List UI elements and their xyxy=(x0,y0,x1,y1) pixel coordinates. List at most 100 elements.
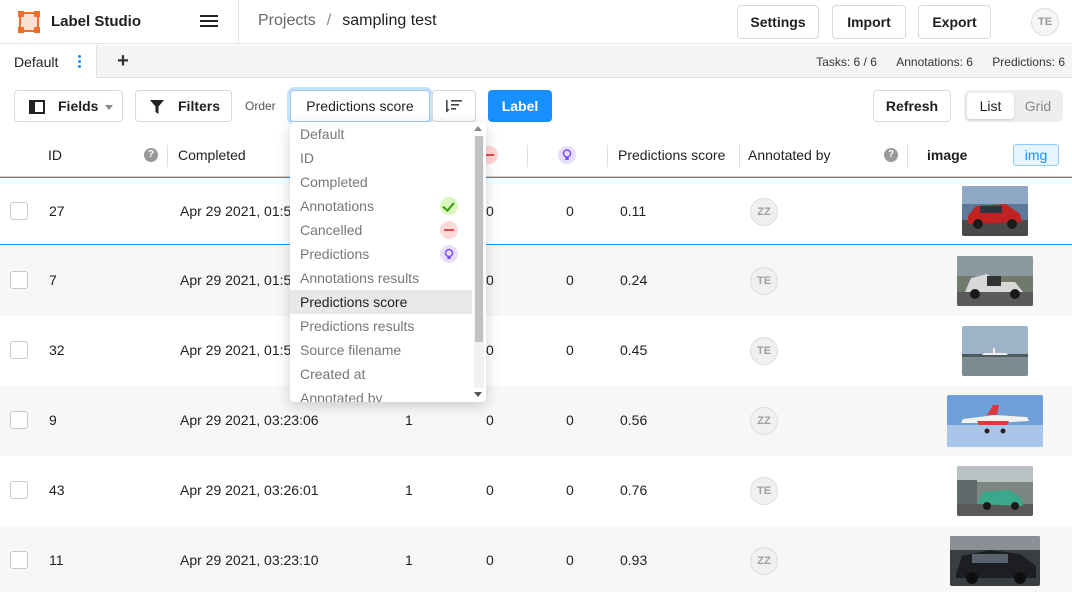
table-row[interactable]: 32 Apr 29 2021, 01:5 0 0 0.45 TE xyxy=(0,316,1072,386)
row-checkbox[interactable] xyxy=(10,481,28,499)
help-icon[interactable]: ? xyxy=(144,148,158,162)
order-option-predictions-results[interactable]: Predictions results xyxy=(290,314,472,338)
grid-view-tab[interactable]: Grid xyxy=(1016,93,1060,119)
cell-cancelled: 0 xyxy=(486,342,494,358)
project-stats: Tasks: 6 / 6 Annotations: 6 Predictions:… xyxy=(800,55,1065,69)
cell-predictions: 0 xyxy=(566,412,574,428)
view-toggle: List Grid xyxy=(964,90,1063,122)
user-avatar[interactable]: TE xyxy=(1031,8,1059,36)
row-checkbox[interactable] xyxy=(10,271,28,289)
cell-predictions-score: 0.56 xyxy=(620,412,648,428)
dropdown-scrollbar-thumb[interactable] xyxy=(475,136,483,342)
breadcrumb-projects-link[interactable]: Projects xyxy=(258,12,316,29)
cell-cancelled: 0 xyxy=(486,203,494,219)
cell-annotations: 1 xyxy=(405,482,413,498)
cell-annotations: 1 xyxy=(405,552,413,568)
task-image-thumbnail[interactable] xyxy=(947,395,1043,447)
order-dropdown: Default ID Completed Annotations Cancell… xyxy=(290,122,486,402)
sort-order-icon xyxy=(446,100,462,113)
task-image-thumbnail[interactable] xyxy=(957,466,1033,516)
list-view-tab[interactable]: List xyxy=(967,93,1014,119)
order-option-default[interactable]: Default xyxy=(290,122,472,146)
cell-predictions: 0 xyxy=(566,482,574,498)
column-id[interactable]: ID xyxy=(48,147,62,163)
cell-predictions: 0 xyxy=(566,272,574,288)
top-header: Label Studio Projects / sampling test Sett… xyxy=(0,0,1072,44)
task-image-thumbnail[interactable] xyxy=(962,186,1028,236)
import-button[interactable]: Import xyxy=(832,5,906,39)
check-circle-icon xyxy=(440,197,458,215)
column-completed[interactable]: Completed xyxy=(178,147,246,163)
add-tab-button[interactable]: + xyxy=(113,49,133,73)
order-option-completed[interactable]: Completed xyxy=(290,170,472,194)
table-row[interactable]: 11 Apr 29 2021, 03:23:10 1 0 0 0.93 ZZ xyxy=(0,526,1072,592)
hamburger-menu-icon[interactable] xyxy=(198,12,220,32)
breadcrumb: Projects / sampling test xyxy=(258,12,437,30)
cell-annotations: 1 xyxy=(405,412,413,428)
task-image-thumbnail[interactable] xyxy=(962,326,1028,376)
tab-default[interactable]: Default xyxy=(0,45,97,78)
column-predictions-score[interactable]: Predictions score xyxy=(618,147,725,163)
table-row[interactable]: 9 Apr 29 2021, 03:23:06 1 0 0 0.56 ZZ xyxy=(0,386,1072,456)
cell-predictions: 0 xyxy=(566,342,574,358)
table-row[interactable]: 27 Apr 29 2021, 01:5 0 0 0.11 ZZ xyxy=(0,177,1072,245)
order-option-created-at[interactable]: Created at xyxy=(290,362,472,386)
label-button[interactable]: Label xyxy=(488,90,552,122)
order-option-id[interactable]: ID xyxy=(290,146,472,170)
cell-id: 32 xyxy=(49,342,65,358)
order-select[interactable]: Predictions score xyxy=(290,90,430,122)
task-image-thumbnail[interactable] xyxy=(957,256,1033,306)
settings-button[interactable]: Settings xyxy=(737,5,819,39)
filters-button[interactable]: Filters xyxy=(135,90,232,122)
lightbulb-icon xyxy=(440,245,458,263)
task-image-thumbnail[interactable] xyxy=(950,536,1040,586)
refresh-button[interactable]: Refresh xyxy=(873,90,951,122)
row-checkbox[interactable] xyxy=(10,551,28,569)
column-divider xyxy=(907,145,908,167)
columns-icon xyxy=(29,100,45,114)
cell-id: 7 xyxy=(49,272,57,288)
order-option-annotated-by[interactable]: Annotated by xyxy=(290,386,472,402)
filters-label: Filters xyxy=(178,98,221,114)
logo-icon xyxy=(18,11,40,33)
avatar: ZZ xyxy=(750,198,778,226)
table-header: ID ? Completed Predictions score Annotat… xyxy=(0,134,1072,177)
cell-predictions-score: 0.45 xyxy=(620,342,648,358)
tabs-bar: Default + Tasks: 6 / 6 Annotations: 6 Pr… xyxy=(0,45,1072,78)
cell-predictions-score: 0.76 xyxy=(620,482,648,498)
column-annotated-by[interactable]: Annotated by xyxy=(748,147,831,163)
cell-predictions-score: 0.11 xyxy=(620,203,647,219)
column-divider xyxy=(739,145,740,167)
avatar: TE xyxy=(750,337,778,365)
cell-completed: Apr 29 2021, 03:23:10 xyxy=(180,552,319,568)
order-label: Order xyxy=(245,99,276,113)
cell-id: 27 xyxy=(49,203,65,219)
table-row[interactable]: 7 Apr 29 2021, 01:5 0 0 0.24 TE xyxy=(0,246,1072,316)
tab-options-icon[interactable] xyxy=(78,55,82,69)
table-row[interactable]: 43 Apr 29 2021, 03:26:01 1 0 0 0.76 TE xyxy=(0,456,1072,526)
filter-icon xyxy=(150,100,164,114)
row-checkbox[interactable] xyxy=(10,411,28,429)
order-option-predictions-score[interactable]: Predictions score xyxy=(290,290,472,314)
image-type-tag: img xyxy=(1013,144,1059,166)
export-button[interactable]: Export xyxy=(918,5,991,39)
cell-completed: Apr 29 2021, 01:5 xyxy=(180,342,292,358)
row-checkbox[interactable] xyxy=(10,341,28,359)
toolbar: Fields Filters Order Predictions score L… xyxy=(0,78,1072,134)
cell-completed: Apr 29 2021, 03:26:01 xyxy=(180,482,319,498)
scroll-up-icon[interactable] xyxy=(474,126,482,131)
fields-label: Fields xyxy=(58,98,99,114)
fields-button[interactable]: Fields xyxy=(14,90,123,122)
cell-predictions: 0 xyxy=(566,203,574,219)
scroll-down-icon[interactable] xyxy=(474,392,482,397)
order-option-annotations-results[interactable]: Annotations results xyxy=(290,266,472,290)
row-checkbox[interactable] xyxy=(10,202,28,220)
tab-default-label: Default xyxy=(14,54,59,70)
cell-completed: Apr 29 2021, 01:5 xyxy=(180,272,292,288)
order-option-source-filename[interactable]: Source filename xyxy=(290,338,472,362)
column-image[interactable]: image xyxy=(927,147,967,163)
minus-circle-icon xyxy=(440,221,458,239)
help-icon[interactable]: ? xyxy=(884,148,898,162)
avatar: TE xyxy=(750,267,778,295)
sort-direction-button[interactable] xyxy=(432,90,476,122)
